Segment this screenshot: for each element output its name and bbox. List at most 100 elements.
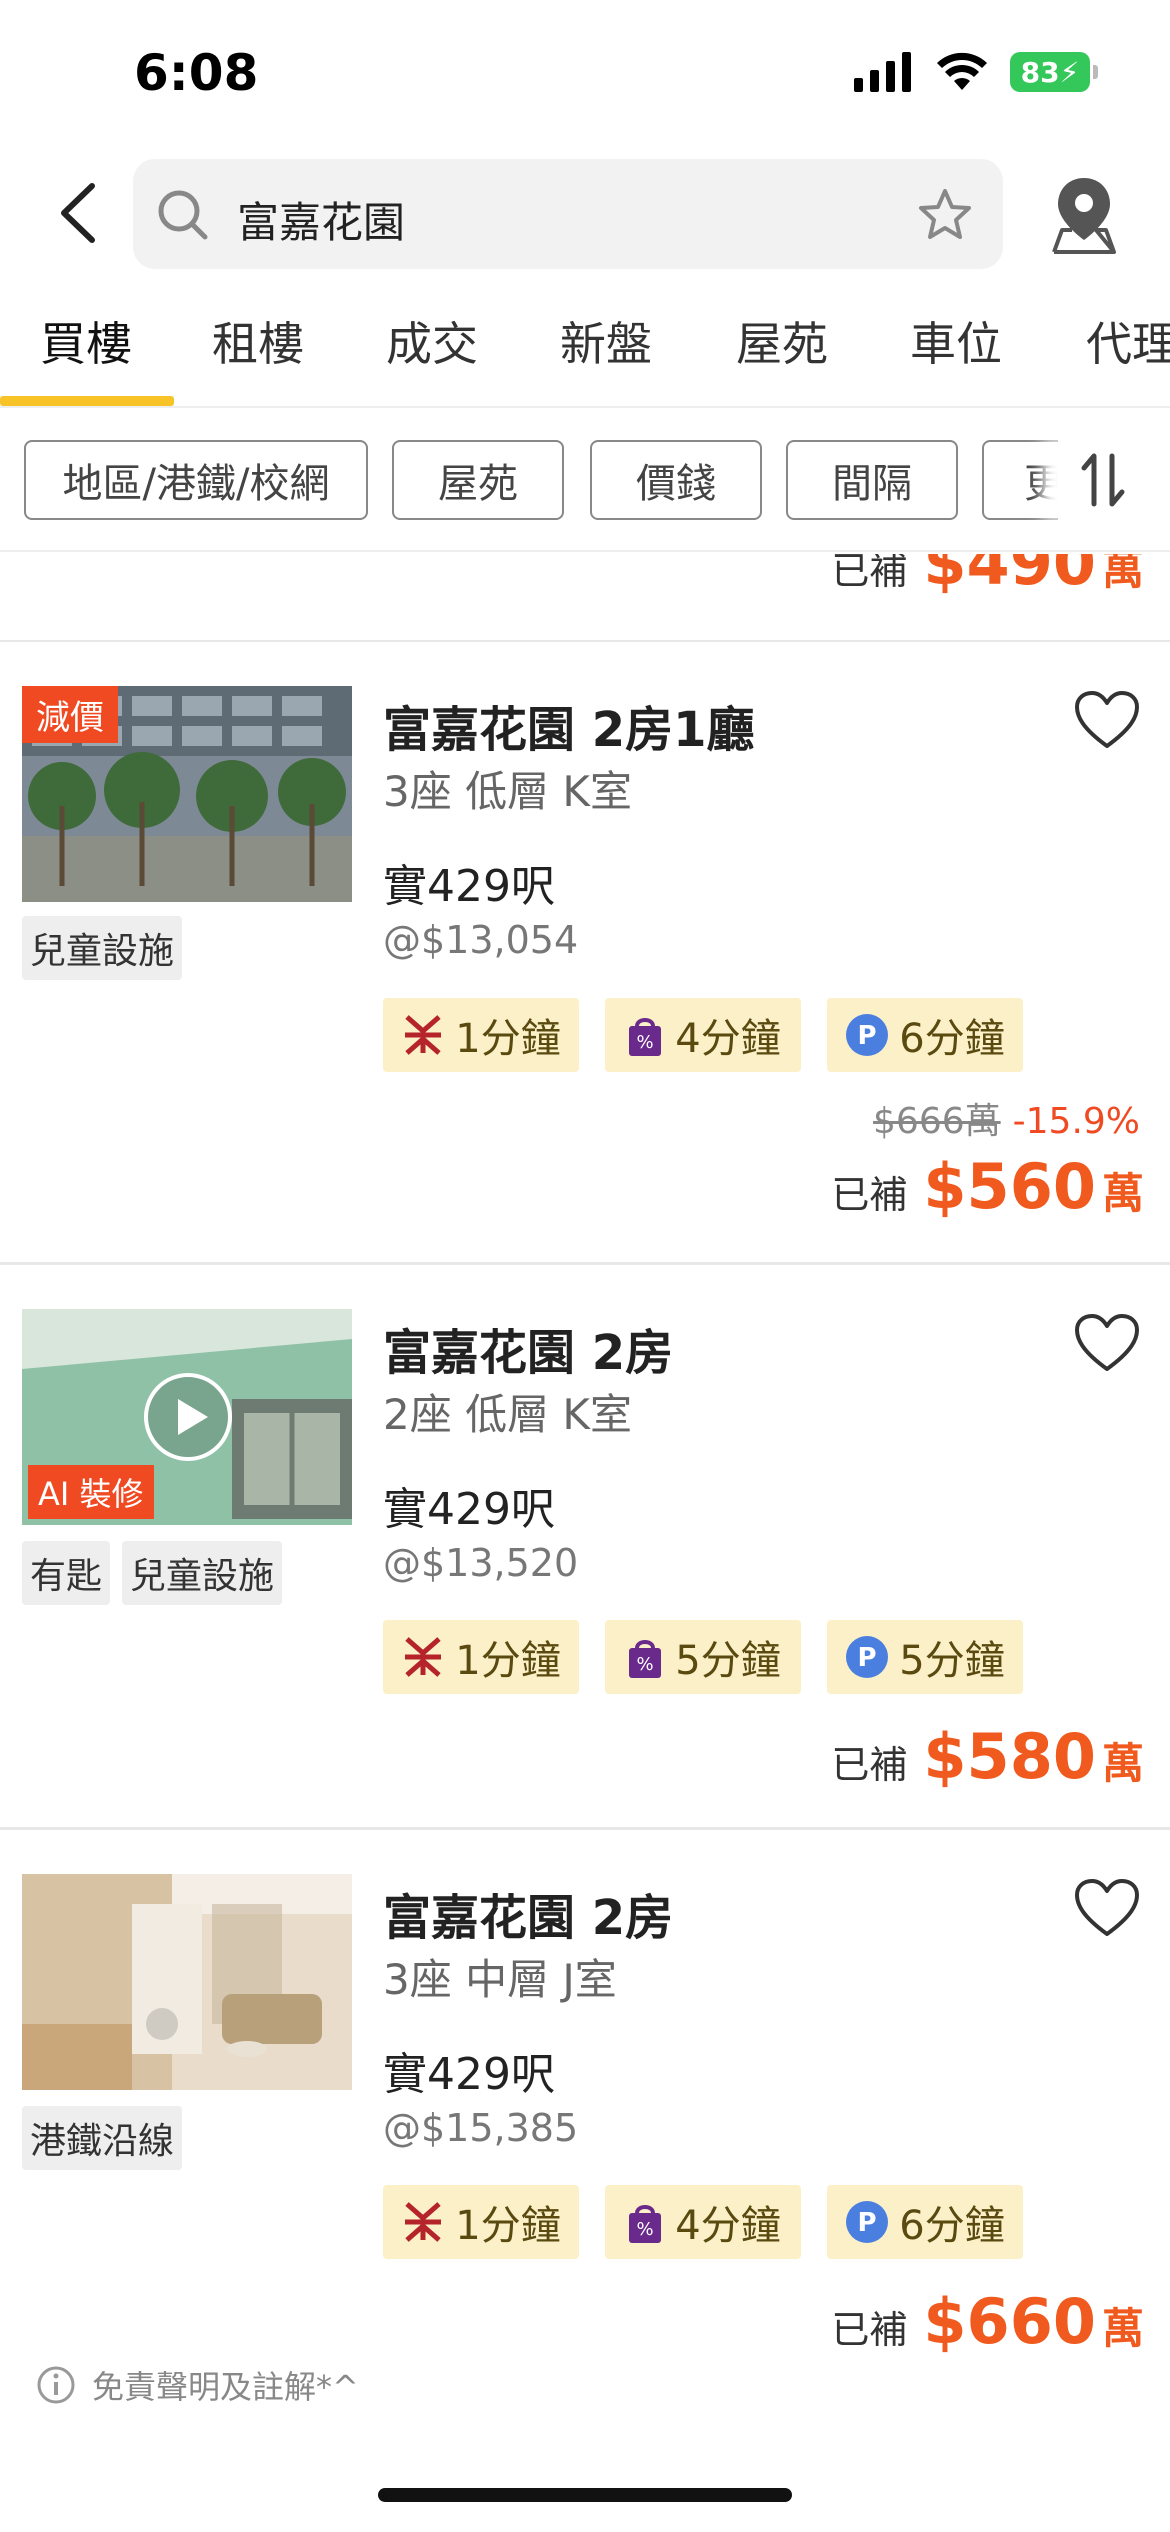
chip-text: 6分鐘 <box>899 1016 1005 1062</box>
svg-text:%: % <box>637 1654 654 1675</box>
listing-title: 富嘉花園 2房 <box>383 1325 674 1381</box>
listing-title: 富嘉花園 2房1廳 <box>383 702 755 758</box>
heart-icon[interactable] <box>1074 1878 1140 1938</box>
price-row: 已補 $490 萬 <box>831 554 1144 599</box>
disclaimer-text: 免責聲明及註解*^ <box>92 2368 359 2406</box>
heart-icon[interactable] <box>1074 1313 1140 1373</box>
shopping-bag-icon: % <box>629 1018 662 1056</box>
status-bar: 6:08 83 ⚡ <box>0 0 1170 150</box>
price-label: 已補 <box>831 1743 908 1787</box>
price-row: 已補 $560 萬 <box>831 1150 1144 1223</box>
listing-unit-price: @$13,520 <box>383 1541 579 1585</box>
search-header: 富嘉花園 <box>0 150 1170 280</box>
listing-unit-price: @$13,054 <box>383 918 579 962</box>
svg-text:%: % <box>637 1032 654 1053</box>
listing-card[interactable]: AI 裝修 有匙 兒童設施 富嘉花園 2房 2座 低層 K室 實429呎 @$1… <box>0 1265 1170 1830</box>
filter-estate[interactable]: 屋苑 <box>392 440 564 520</box>
svg-text:P: P <box>858 1021 877 1051</box>
listing-title: 富嘉花園 2房 <box>383 1890 674 1946</box>
price-value: $490 <box>923 554 1096 599</box>
tab-transactions[interactable]: 成交 <box>386 308 478 374</box>
interior-photo-image <box>22 1874 352 2090</box>
parking-icon: P <box>846 1014 889 1056</box>
battery-icon: 83 ⚡ <box>1010 52 1098 92</box>
chip-text: 4分鐘 <box>675 1016 781 1062</box>
tab-rent[interactable]: 租樓 <box>212 308 304 374</box>
filter-bar: 地區/港鐵/校網 屋苑 價錢 間隔 更 <box>0 410 1170 552</box>
sort-icon <box>1081 453 1125 507</box>
parking-chip: P 6分鐘 <box>827 998 1023 1072</box>
mtr-icon <box>405 2202 442 2242</box>
cellular-signal-icon <box>854 52 911 92</box>
parking-chip: P 6分鐘 <box>827 2185 1023 2259</box>
proximity-chips: 1分鐘 % 5分鐘 P 5分鐘 <box>383 1620 1023 1694</box>
price-value: $660 <box>923 2285 1096 2358</box>
tab-estates[interactable]: 屋苑 <box>736 308 828 374</box>
filter-layout[interactable]: 間隔 <box>786 440 958 520</box>
listing-area: 實429呎 <box>383 861 555 912</box>
map-location-icon[interactable] <box>1048 174 1120 256</box>
chip-text: 1分鐘 <box>455 1016 561 1062</box>
listing-card[interactable]: 減價 兒童設施 富嘉花園 2房1廳 3座 低層 K室 實429呎 @$13,05… <box>0 640 1170 1262</box>
chip-text: 5分鐘 <box>675 1638 781 1684</box>
heart-icon[interactable] <box>1074 690 1140 750</box>
sort-button[interactable] <box>1058 440 1148 520</box>
feature-tag: 港鐵沿線 <box>22 2106 183 2170</box>
filter-district[interactable]: 地區/港鐵/校網 <box>24 440 368 520</box>
home-indicator[interactable] <box>378 2488 792 2502</box>
listing-photo[interactable]: 減價 <box>22 686 352 902</box>
filter-price[interactable]: 價錢 <box>590 440 762 520</box>
star-icon[interactable] <box>917 187 973 243</box>
search-input[interactable]: 富嘉花園 <box>133 159 1003 269</box>
svg-text:P: P <box>858 1643 877 1673</box>
price-value: $560 <box>923 1150 1096 1223</box>
previous-listing-card[interactable]: 已補 $490 萬 <box>0 554 1170 642</box>
chip-text: 6分鐘 <box>899 2203 1005 2249</box>
price-row: 已補 $580 萬 <box>831 1720 1144 1793</box>
mtr-chip: 1分鐘 <box>383 2185 579 2259</box>
listing-location: 3座 中層 J室 <box>383 1955 617 2004</box>
price-unit: 萬 <box>1101 1169 1144 1218</box>
shopping-chip: % 4分鐘 <box>605 998 801 1072</box>
tab-agents[interactable]: 代理 <box>1086 308 1170 374</box>
ai-renovation-badge: AI 裝修 <box>28 1465 154 1519</box>
listing-location: 3座 低層 K室 <box>383 767 632 816</box>
parking-icon: P <box>846 2201 889 2243</box>
back-arrow-icon[interactable] <box>50 178 110 248</box>
chip-text: 4分鐘 <box>675 2203 781 2249</box>
original-price: $666萬 <box>873 1101 1001 1142</box>
price-label: 已補 <box>831 2308 908 2352</box>
price-unit: 萬 <box>1101 2304 1144 2353</box>
tag-list: 兒童設施 <box>22 916 183 980</box>
search-icon <box>158 190 208 240</box>
listing-card[interactable]: 港鐵沿線 富嘉花園 2房 3座 中層 J室 實429呎 @$15,385 1分鐘… <box>0 1830 1170 2358</box>
parking-chip: P 5分鐘 <box>827 1620 1023 1694</box>
price-value: $580 <box>923 1720 1096 1793</box>
price-unit: 萬 <box>1101 554 1144 594</box>
tab-buy[interactable]: 買樓 <box>40 308 132 374</box>
wifi-icon <box>937 52 987 90</box>
tab-new-developments[interactable]: 新盤 <box>560 308 652 374</box>
status-time: 6:08 <box>134 44 259 102</box>
discount-percent: -15.9% <box>1012 1101 1140 1142</box>
proximity-chips: 1分鐘 % 4分鐘 P 6分鐘 <box>383 2185 1023 2259</box>
svg-text:%: % <box>637 2219 654 2240</box>
listing-photo[interactable]: AI 裝修 <box>22 1309 352 1525</box>
shopping-bag-icon: % <box>629 2205 662 2243</box>
price-label: 已補 <box>831 1173 908 1217</box>
mtr-chip: 1分鐘 <box>383 998 579 1072</box>
tab-parking[interactable]: 車位 <box>910 308 1002 374</box>
listing-unit-price: @$15,385 <box>383 2106 579 2150</box>
original-price-row: $666萬 -15.9% <box>873 1092 1140 1144</box>
active-tab-indicator <box>0 396 174 406</box>
parking-icon: P <box>846 1636 889 1678</box>
mtr-icon <box>405 1637 442 1677</box>
listing-area: 實429呎 <box>383 1484 555 1535</box>
video-play-icon[interactable] <box>142 1371 234 1463</box>
disclaimer-link[interactable]: 免責聲明及註解*^ <box>36 2362 359 2408</box>
feature-tag: 有匙 <box>22 1541 111 1605</box>
listing-photo[interactable] <box>22 1874 352 2090</box>
info-icon <box>37 2366 75 2404</box>
tag-list: 港鐵沿線 <box>22 2106 183 2170</box>
search-query: 富嘉花園 <box>237 198 406 247</box>
